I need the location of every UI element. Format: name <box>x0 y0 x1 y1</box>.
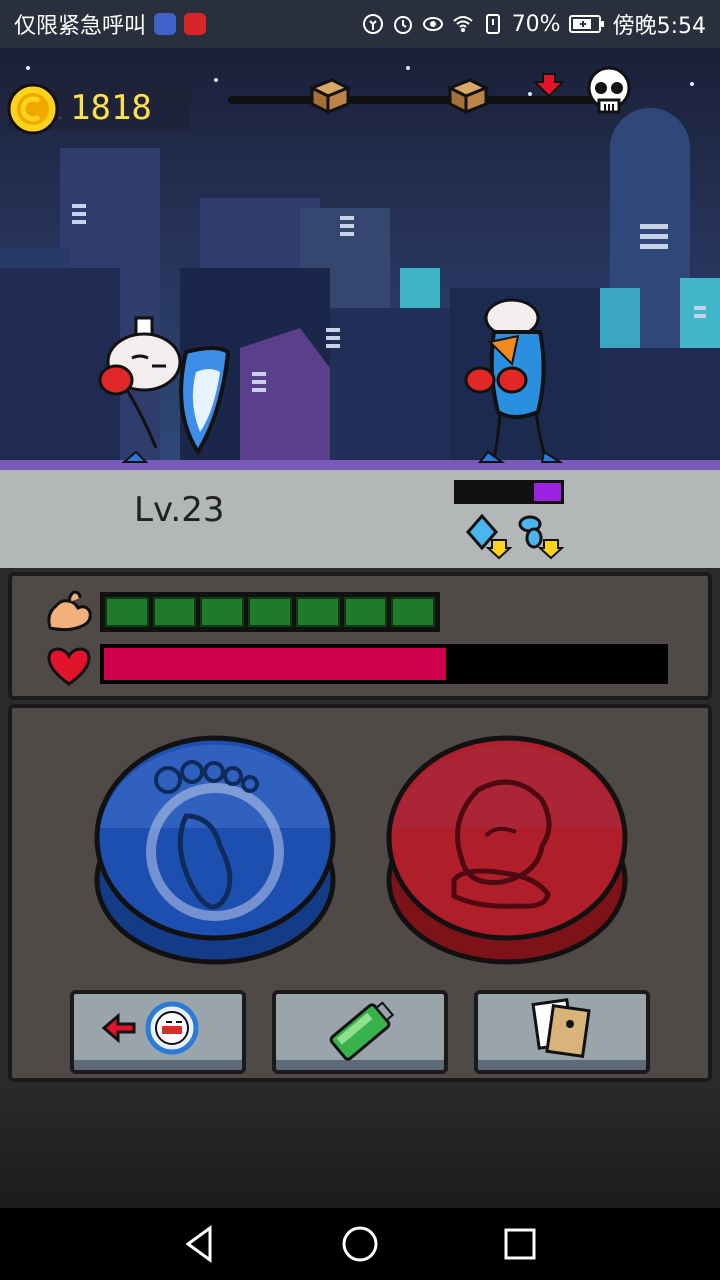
bottom-panel-bg <box>0 1086 720 1208</box>
stamina-segment <box>391 597 436 627</box>
wifi-icon <box>453 16 473 32</box>
player-level-label: Lv.23 <box>134 490 225 530</box>
speed-down-icon <box>518 515 564 560</box>
cards-button[interactable] <box>474 990 650 1074</box>
status-bar: 仅限紧急呼叫 70% 傍晚5:54 <box>0 0 720 48</box>
treasure-chest-icon <box>308 78 352 115</box>
red-arrow-down-icon <box>533 73 565 98</box>
cards-icon <box>531 998 591 1058</box>
stamina-segment <box>152 597 197 627</box>
stamina-segment <box>200 597 245 627</box>
treasure-chest-icon <box>446 78 490 115</box>
stamina-segment <box>105 597 149 627</box>
netease-app-icon <box>184 13 207 35</box>
battery-icon <box>568 15 604 33</box>
switch-fighter-button[interactable] <box>70 990 246 1074</box>
player-fighter <box>98 316 231 463</box>
enemy-charge-bar <box>454 480 564 504</box>
back-nav-button[interactable] <box>178 1222 222 1266</box>
recents-nav-button[interactable] <box>498 1222 542 1266</box>
clock: 傍晚5:54 <box>612 14 706 39</box>
dodge-foot-button[interactable] <box>90 720 340 970</box>
battery-item-icon <box>329 1001 395 1061</box>
stamina-bar <box>100 592 440 632</box>
sim-icon <box>485 14 500 34</box>
stamina-segment <box>343 597 388 627</box>
coin-count: 1818 <box>70 88 152 128</box>
battery-percent: 70% <box>511 11 561 37</box>
carrier-text: 仅限紧急呼叫 <box>14 14 147 39</box>
data-saver-icon <box>362 14 383 34</box>
switch-fighter-icon <box>101 1001 199 1055</box>
coin-icon <box>7 83 59 135</box>
skull-icon <box>587 66 631 114</box>
home-nav-button[interactable] <box>338 1222 382 1266</box>
ground <box>0 460 720 570</box>
enemy-charge-fill <box>533 483 561 501</box>
alarm-icon <box>393 16 412 34</box>
hp-bar <box>100 644 668 684</box>
enemy-fighter <box>464 298 564 463</box>
item-battery-button[interactable] <box>272 990 448 1074</box>
muscle-arm-icon <box>47 590 92 632</box>
punch-glove-button[interactable] <box>382 720 632 970</box>
defense-down-icon <box>466 513 512 560</box>
music-app-icon <box>154 13 177 35</box>
hp-fill <box>104 648 446 680</box>
eye-icon <box>422 17 443 31</box>
heart-icon <box>47 647 91 686</box>
stamina-segment <box>295 597 340 627</box>
stamina-segment <box>248 597 292 627</box>
